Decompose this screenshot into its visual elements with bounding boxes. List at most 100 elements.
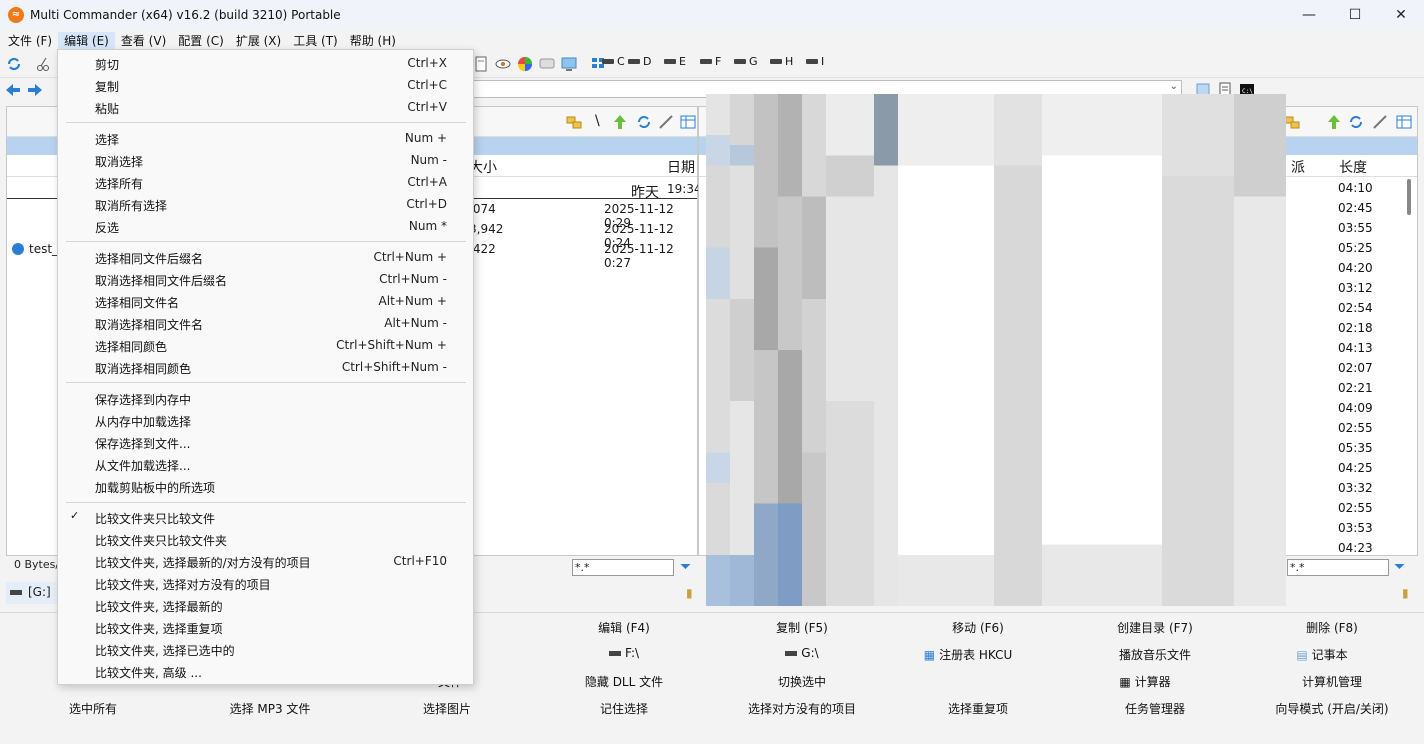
drive-g-button[interactable]: G <box>734 55 758 68</box>
drive-d-button[interactable]: D <box>628 55 651 68</box>
column-assign[interactable]: 派 <box>1291 157 1305 177</box>
menu-item-compare-files-only[interactable]: ✓ 比较文件夹只比较文件 <box>58 506 473 528</box>
select-mp3-button[interactable]: 选择 MP3 文件 <box>181 700 359 717</box>
select-duplicates-button[interactable]: 选择重复项 <box>889 700 1067 717</box>
filter-icon[interactable]: ⏷ <box>680 559 696 575</box>
menu-item-deselect-same-ext[interactable]: 取消选择相同文件后缀名 Ctrl+Num - <box>58 268 473 290</box>
monitor-icon[interactable] <box>560 55 578 73</box>
back-arrow-icon[interactable] <box>4 81 22 99</box>
menu-file[interactable]: 文件 (F) <box>2 32 58 49</box>
pin-icon[interactable] <box>1371 113 1389 131</box>
menu-item-select[interactable]: 选择 Num + <box>58 127 473 149</box>
menu-item-save-selection-file[interactable]: 保存选择到文件... <box>58 431 473 453</box>
menu-item-compare-select-duplicates[interactable]: 比较文件夹, 选择重复项 <box>58 616 473 638</box>
menu-item-copy[interactable]: 复制 Ctrl+C <box>58 74 473 96</box>
menu-item-deselect-all[interactable]: 取消所有选择 Ctrl+D <box>58 193 473 215</box>
menu-item-compare-select-selected[interactable]: 比较文件夹, 选择已选中的 <box>58 638 473 660</box>
drive-h-button[interactable]: H <box>770 55 793 68</box>
drive-e-button[interactable]: E <box>664 55 686 68</box>
menu-item-deselect-same-name[interactable]: 取消选择相同文件名 Alt+Num - <box>58 312 473 334</box>
drive-c-button[interactable]: C <box>602 55 625 68</box>
menu-item-save-selection-memory[interactable]: 保存选择到内存中 <box>58 387 473 409</box>
calculator-button[interactable]: ▦ 计算器 <box>1056 673 1234 690</box>
copy-f5-button[interactable]: 复制 (F5) <box>713 619 891 636</box>
menu-extensions[interactable]: 扩展 (X) <box>230 32 287 49</box>
maximize-button[interactable]: ☐ <box>1332 0 1378 30</box>
refresh-icon[interactable] <box>5 55 23 73</box>
menu-view[interactable]: 查看 (V) <box>115 32 172 49</box>
delete-f8-button[interactable]: 删除 (F8) <box>1243 619 1421 636</box>
chat-icon[interactable] <box>538 55 556 73</box>
menu-item-load-selection-memory[interactable]: 从内存中加载选择 <box>58 409 473 431</box>
drive-g-shortcut-button[interactable]: G:\ <box>713 646 891 660</box>
menu-item-compare-select-newest-missing[interactable]: 比较文件夹, 选择最新的/对方没有的项目 Ctrl+F10 <box>58 550 473 572</box>
edit-f4-button[interactable]: 编辑 (F4) <box>535 619 713 636</box>
play-music-button[interactable]: 播放音乐文件 <box>1066 646 1244 663</box>
menu-edit[interactable]: 编辑 (E) <box>58 31 115 49</box>
minimize-button[interactable]: — <box>1286 0 1332 30</box>
left-drive-bar[interactable]: [G:] <box>6 582 58 604</box>
close-button[interactable]: ✕ <box>1378 0 1424 30</box>
menu-item-invert-selection[interactable]: 反选 Num * <box>58 215 473 237</box>
pin-icon[interactable] <box>657 113 675 131</box>
scrollbar-thumb[interactable] <box>1407 179 1411 215</box>
select-missing-button[interactable]: 选择对方没有的项目 <box>713 700 891 717</box>
registry-hkcu-button[interactable]: ▦ 注册表 HKCU <box>879 646 1057 663</box>
select-all-button[interactable]: 选中所有 <box>4 700 182 717</box>
move-f6-button[interactable]: 移动 (F6) <box>889 619 1067 636</box>
mkdir-f7-button[interactable]: 创建目录 (F7) <box>1066 619 1244 636</box>
menu-item-paste[interactable]: 粘贴 Ctrl+V <box>58 96 473 118</box>
menu-item-load-selection-file[interactable]: 从文件加载选择... <box>58 453 473 475</box>
left-filter-input[interactable]: *.* <box>572 559 674 576</box>
remember-selection-button[interactable]: 记住选择 <box>535 700 713 717</box>
menu-tools[interactable]: 工具 (T) <box>287 32 344 49</box>
menu-item-compare-folders-only[interactable]: 比较文件夹只比较文件夹 <box>58 528 473 550</box>
cell-length: 03:12 <box>1338 281 1373 295</box>
refresh-icon[interactable] <box>1347 113 1365 131</box>
column-date[interactable]: 日期 <box>667 157 695 177</box>
maximize-icon: ☐ <box>1348 7 1362 23</box>
select-images-button[interactable]: 选择图片 <box>358 700 536 717</box>
lock-icon[interactable]: ▮ <box>1402 586 1409 600</box>
menu-item-compare-select-missing[interactable]: 比较文件夹, 选择对方没有的项目 <box>58 572 473 594</box>
right-filter-input[interactable]: *.* <box>1287 559 1389 576</box>
task-manager-button[interactable]: 任务管理器 <box>1066 700 1244 717</box>
menu-help[interactable]: 帮助 (H) <box>344 32 402 49</box>
menu-item-select-same-name[interactable]: 选择相同文件名 Alt+Num + <box>58 290 473 312</box>
folder-tree-icon[interactable] <box>565 113 583 131</box>
chevron-down-icon[interactable]: ⌄ <box>1170 81 1178 92</box>
menu-item-select-all[interactable]: 选择所有 Ctrl+A <box>58 171 473 193</box>
drive-f-button[interactable]: F <box>700 55 721 68</box>
menu-item-select-same-color[interactable]: 选择相同颜色 Ctrl+Shift+Num + <box>58 334 473 356</box>
wizard-mode-button[interactable]: 向导模式 (开启/关闭) <box>1243 700 1421 717</box>
hide-dll-button[interactable]: 隐藏 DLL 文件 <box>535 673 713 690</box>
menu-item-deselect-same-color[interactable]: 取消选择相同颜色 Ctrl+Shift+Num - <box>58 356 473 378</box>
forward-arrow-icon[interactable] <box>26 81 44 99</box>
notepad-icon[interactable] <box>472 55 490 73</box>
menu-item-deselect[interactable]: 取消选择 Num - <box>58 149 473 171</box>
refresh-icon[interactable] <box>635 113 653 131</box>
menu-item-cut[interactable]: 剪切 Ctrl+X <box>58 52 473 74</box>
menu-item-select-same-ext[interactable]: 选择相同文件后缀名 Ctrl+Num + <box>58 246 473 268</box>
column-length[interactable]: 长度 <box>1339 157 1367 177</box>
lock-icon[interactable]: ▮ <box>686 586 693 600</box>
table-view-icon[interactable] <box>679 113 697 131</box>
root-backslash-icon[interactable]: \ <box>595 113 600 129</box>
up-folder-icon[interactable] <box>1325 113 1343 131</box>
filter-icon[interactable]: ⏷ <box>1394 559 1410 575</box>
color-wheel-icon[interactable] <box>516 55 534 73</box>
drive-f-shortcut-button[interactable]: F:\ <box>535 646 713 660</box>
scissors-icon[interactable] <box>34 55 52 73</box>
notepad-button[interactable]: ▤ 记事本 <box>1233 646 1411 663</box>
menu-item-compare-select-newest[interactable]: 比较文件夹, 选择最新的 <box>58 594 473 616</box>
drive-i-button[interactable]: I <box>806 55 824 68</box>
menu-item-compare-advanced[interactable]: 比较文件夹, 高级 ... <box>58 660 473 682</box>
eye-icon[interactable] <box>494 55 512 73</box>
toggle-selection-button[interactable]: 切换选中 <box>713 673 891 690</box>
table-view-icon[interactable] <box>1395 113 1413 131</box>
cell-length: 05:35 <box>1338 441 1373 455</box>
menu-item-load-clipboard-selection[interactable]: 加载剪贴板中的所选项 <box>58 475 473 497</box>
up-folder-icon[interactable] <box>611 113 629 131</box>
menu-config[interactable]: 配置 (C) <box>172 32 230 49</box>
computer-management-button[interactable]: 计算机管理 <box>1243 673 1421 690</box>
